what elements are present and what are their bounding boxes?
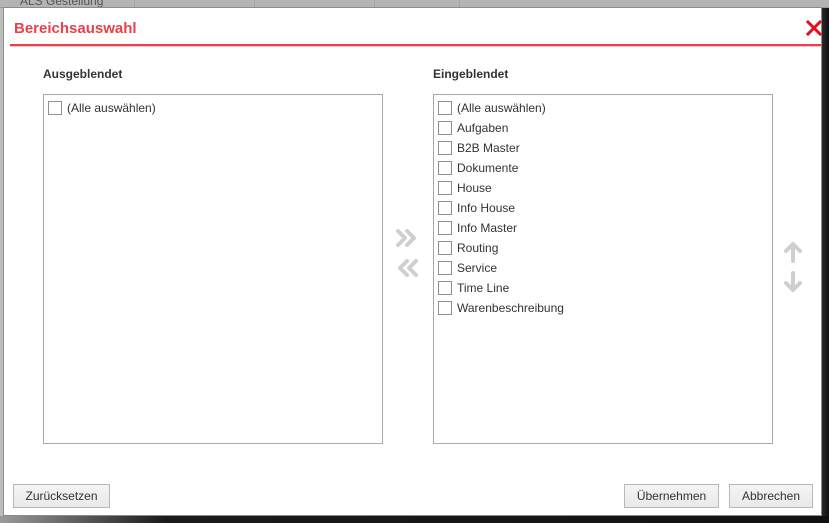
item-label: Routing — [457, 241, 499, 255]
checkbox[interactable] — [438, 241, 452, 255]
checkbox[interactable] — [438, 161, 452, 175]
area-selection-dialog: Bereichsauswahl Ausgeblendet (Alle auswä… — [3, 7, 823, 516]
list-item-service[interactable]: Service — [434, 258, 772, 278]
checkbox[interactable] — [438, 141, 452, 155]
checkbox[interactable] — [438, 101, 452, 115]
list-item-aufgaben[interactable]: Aufgaben — [434, 118, 772, 138]
checkbox[interactable] — [438, 261, 452, 275]
checkbox[interactable] — [438, 221, 452, 235]
list-item-b2b-master[interactable]: B2B Master — [434, 138, 772, 158]
item-label: Aufgaben — [457, 121, 509, 135]
cancel-button[interactable]: Abbrechen — [729, 484, 813, 508]
visible-panel-label: Eingeblendet — [433, 67, 509, 81]
checkbox[interactable] — [438, 121, 452, 135]
list-item-info-house[interactable]: Info House — [434, 198, 772, 218]
checkbox[interactable] — [438, 301, 452, 315]
list-item-routing[interactable]: Routing — [434, 238, 772, 258]
item-label: Dokumente — [457, 161, 519, 175]
list-item-time-line[interactable]: Time Line — [434, 278, 772, 298]
move-to-hidden-button[interactable] — [395, 257, 419, 279]
move-up-button[interactable] — [781, 241, 805, 263]
arrow-up-icon — [784, 242, 802, 263]
item-label: B2B Master — [457, 141, 520, 155]
item-label: House — [457, 181, 492, 195]
hidden-panel-label: Ausgeblendet — [43, 67, 123, 81]
item-label: (Alle auswählen) — [67, 101, 156, 115]
list-item-select-all[interactable]: (Alle auswählen) — [434, 98, 772, 118]
checkbox[interactable] — [438, 281, 452, 295]
list-item-warenbeschreibung[interactable]: Warenbeschreibung — [434, 298, 772, 318]
dialog-title: Bereichsauswahl — [14, 20, 137, 37]
move-to-visible-button[interactable] — [395, 227, 419, 249]
checkbox[interactable] — [438, 181, 452, 195]
visible-items-list[interactable]: (Alle auswählen) Aufgaben B2B Master Dok… — [433, 94, 773, 444]
item-label: (Alle auswählen) — [457, 101, 546, 115]
move-down-button[interactable] — [781, 271, 805, 293]
item-label: Warenbeschreibung — [457, 301, 564, 315]
close-button[interactable] — [805, 19, 823, 37]
list-item-dokumente[interactable]: Dokumente — [434, 158, 772, 178]
checkbox[interactable] — [438, 201, 452, 215]
double-chevron-left-icon — [398, 259, 418, 277]
item-label: Info House — [457, 201, 516, 215]
item-label: Info Master — [457, 221, 518, 235]
apply-button[interactable]: Übernehmen — [624, 484, 719, 508]
dialog-title-bar: Bereichsauswahl — [10, 8, 823, 47]
background-shadow-bottom — [0, 516, 829, 523]
list-item-house[interactable]: House — [434, 178, 772, 198]
background-shadow-right — [822, 8, 829, 523]
reset-button[interactable]: Zurücksetzen — [13, 484, 110, 508]
item-label: Time Line — [457, 281, 510, 295]
arrow-down-icon — [784, 271, 802, 292]
hidden-items-list[interactable]: (Alle auswählen) — [43, 94, 383, 444]
list-item-select-all[interactable]: (Alle auswählen) — [44, 98, 382, 118]
double-chevron-right-icon — [396, 229, 416, 247]
list-item-info-master[interactable]: Info Master — [434, 218, 772, 238]
item-label: Service — [457, 261, 498, 275]
checkbox[interactable] — [48, 101, 62, 115]
close-icon — [805, 19, 823, 37]
